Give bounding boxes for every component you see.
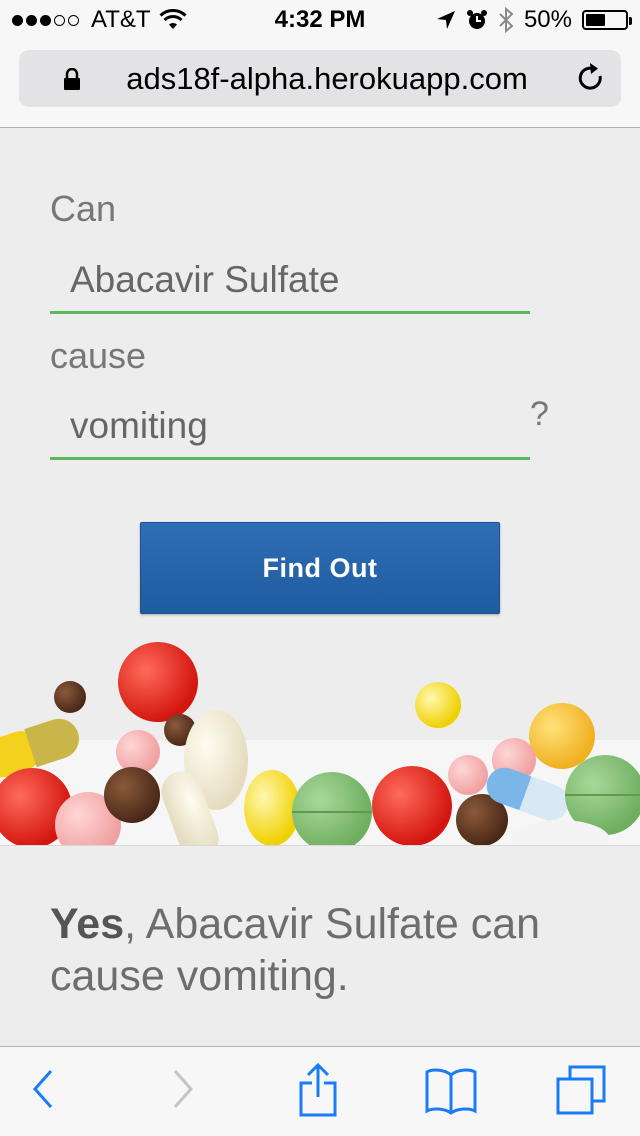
cause-label: cause [50,335,147,376]
bookmarks-icon[interactable] [424,1067,478,1115]
back-icon[interactable] [30,1067,56,1111]
result-section: Yes, Abacavir Sulfate can cause vomiting… [0,845,640,1045]
can-label: Can [50,188,117,229]
question-mark: ? [530,395,549,433]
lock-icon [64,68,80,90]
status-right: 50% [436,6,632,34]
reload-icon[interactable] [575,62,607,94]
browser-top-bar: ads18f-alpha.herokuapp.com [0,40,640,128]
address-bar[interactable]: ads18f-alpha.herokuapp.com [19,50,621,107]
screen: AT&T 4:32 PM 50% ads18f-alpha.herokuapp.… [0,0,640,1136]
find-out-button[interactable]: Find Out [140,522,500,614]
battery-percent: 50% [523,6,572,33]
result-sentence: , Abacavir Sulfate can cause vomiting. [50,900,541,1000]
bluetooth-icon [499,7,514,33]
battery-icon [582,10,632,30]
share-icon[interactable] [298,1063,338,1117]
url-text: ads18f-alpha.herokuapp.com [126,60,528,96]
forward-icon[interactable] [170,1067,196,1111]
pills-banner-image [0,630,640,845]
browser-toolbar [0,1046,640,1136]
status-bar: AT&T 4:32 PM 50% [0,0,640,40]
effect-input[interactable] [50,394,530,460]
tabs-icon[interactable] [556,1065,608,1117]
drug-input[interactable] [50,248,530,314]
result-text: Yes, Abacavir Sulfate can cause vomiting… [50,898,610,1002]
result-answer: Yes [50,900,125,948]
location-icon [436,11,455,29]
battery-fill [586,14,605,26]
alarm-icon [466,10,487,29]
